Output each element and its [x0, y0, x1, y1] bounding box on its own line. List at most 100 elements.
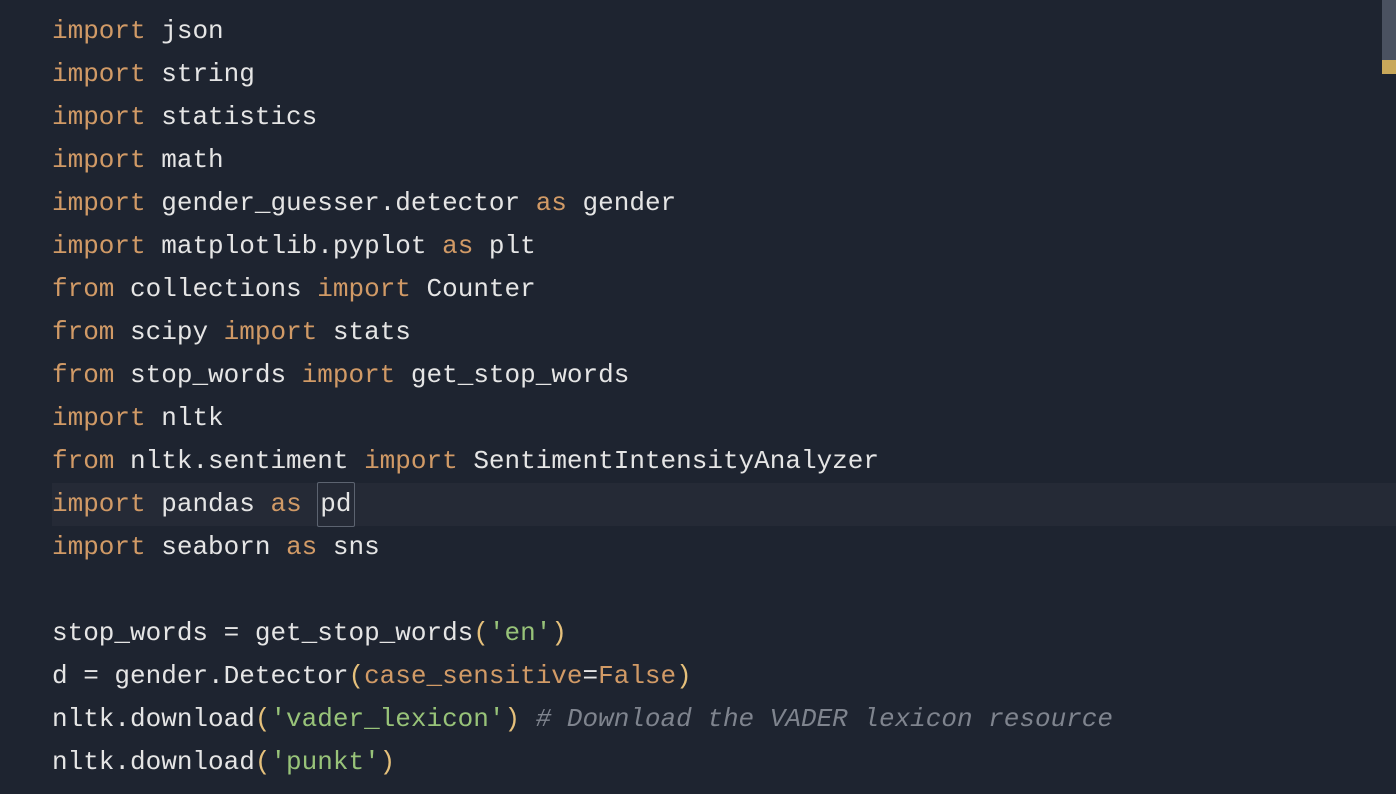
code-token: Counter [427, 268, 536, 311]
code-token: gender [583, 182, 677, 225]
code-token: ) [551, 612, 567, 655]
code-token: nltk.download [52, 698, 255, 741]
code-token: d [52, 655, 83, 698]
code-token: as [536, 182, 567, 225]
code-token: import [52, 225, 146, 268]
code-token: gender_guesser.detector [161, 182, 520, 225]
code-token: import [52, 10, 146, 53]
code-token [114, 440, 130, 483]
code-token: from [52, 311, 114, 354]
code-token: import [302, 354, 396, 397]
code-token [146, 10, 162, 53]
code-line[interactable]: from collections import Counter [52, 268, 1396, 311]
code-token [114, 311, 130, 354]
code-token: import [317, 268, 411, 311]
code-token: from [52, 440, 114, 483]
minimap-highlight-marker [1382, 60, 1396, 74]
code-token [458, 440, 474, 483]
code-token: from [52, 268, 114, 311]
code-token: import [52, 96, 146, 139]
code-token: case_sensitive [364, 655, 582, 698]
code-token: ) [676, 655, 692, 698]
code-token: False [598, 655, 676, 698]
code-line[interactable]: nltk.download('vader_lexicon') # Downloa… [52, 698, 1396, 741]
code-token: plt [489, 225, 536, 268]
code-token [114, 268, 130, 311]
code-token: pandas [161, 483, 255, 526]
code-token: = [224, 612, 240, 655]
code-token: scipy [130, 311, 208, 354]
code-line[interactable]: nltk.download('punkt') [52, 741, 1396, 784]
code-token [146, 225, 162, 268]
code-token [426, 225, 442, 268]
code-token: as [286, 526, 317, 569]
code-token: get_stop_words [239, 612, 473, 655]
code-token: sns [333, 526, 380, 569]
code-token: # Download the VADER lexicon resource [536, 698, 1113, 741]
code-token: import [52, 182, 146, 225]
code-token: seaborn [161, 526, 270, 569]
code-token: ) [505, 698, 521, 741]
code-line[interactable]: import gender_guesser.detector as gender [52, 182, 1396, 225]
code-token [146, 53, 162, 96]
code-token [146, 182, 162, 225]
code-token: stats [333, 311, 411, 354]
code-token [270, 526, 286, 569]
code-token [348, 440, 364, 483]
code-token [146, 139, 162, 182]
code-token [255, 483, 271, 526]
code-line[interactable]: import pandas as pd [52, 483, 1396, 526]
code-token: import [52, 139, 146, 182]
code-token [317, 311, 333, 354]
code-line[interactable]: d = gender.Detector(case_sensitive=False… [52, 655, 1396, 698]
code-line[interactable]: import string [52, 53, 1396, 96]
code-line[interactable]: from scipy import stats [52, 311, 1396, 354]
code-token: 'punkt' [270, 741, 379, 784]
code-token: collections [130, 268, 302, 311]
scrollbar-track[interactable] [1382, 0, 1396, 794]
code-token: string [161, 53, 255, 96]
code-token [286, 354, 302, 397]
code-token: json [161, 10, 223, 53]
code-token: pd [317, 482, 354, 527]
code-token: 'vader_lexicon' [270, 698, 504, 741]
code-token: ( [255, 698, 271, 741]
code-line[interactable]: import nltk [52, 397, 1396, 440]
code-line[interactable]: stop_words = get_stop_words('en') [52, 612, 1396, 655]
code-token [146, 96, 162, 139]
code-line[interactable]: from nltk.sentiment import SentimentInte… [52, 440, 1396, 483]
code-line[interactable]: import seaborn as sns [52, 526, 1396, 569]
code-token: ( [255, 741, 271, 784]
code-line[interactable]: import math [52, 139, 1396, 182]
code-token [302, 483, 318, 526]
code-editor[interactable]: import jsonimport stringimport statistic… [0, 0, 1396, 794]
code-token: import [52, 483, 146, 526]
code-token: import [224, 311, 318, 354]
code-token: import [52, 53, 146, 96]
code-token: matplotlib.pyplot [161, 225, 426, 268]
code-line[interactable]: import json [52, 10, 1396, 53]
code-line[interactable]: from stop_words import get_stop_words [52, 354, 1396, 397]
code-token: statistics [161, 96, 317, 139]
code-token [146, 483, 162, 526]
code-line[interactable] [52, 569, 1396, 612]
code-token: ( [348, 655, 364, 698]
code-container[interactable]: import jsonimport stringimport statistic… [52, 10, 1396, 784]
code-token [114, 354, 130, 397]
code-token: stop_words [52, 612, 224, 655]
code-token [146, 526, 162, 569]
code-token [473, 225, 489, 268]
code-token [317, 526, 333, 569]
code-line[interactable]: import statistics [52, 96, 1396, 139]
code-token: import [52, 397, 146, 440]
code-token: gender.Detector [99, 655, 349, 698]
code-line[interactable]: import matplotlib.pyplot as plt [52, 225, 1396, 268]
code-token [302, 268, 318, 311]
code-token: nltk.download [52, 741, 255, 784]
code-token: SentimentIntensityAnalyzer [473, 440, 879, 483]
scrollbar-thumb[interactable] [1382, 0, 1396, 60]
code-token [520, 698, 536, 741]
code-token: nltk [161, 397, 223, 440]
code-token: ) [380, 741, 396, 784]
code-token: import [52, 526, 146, 569]
